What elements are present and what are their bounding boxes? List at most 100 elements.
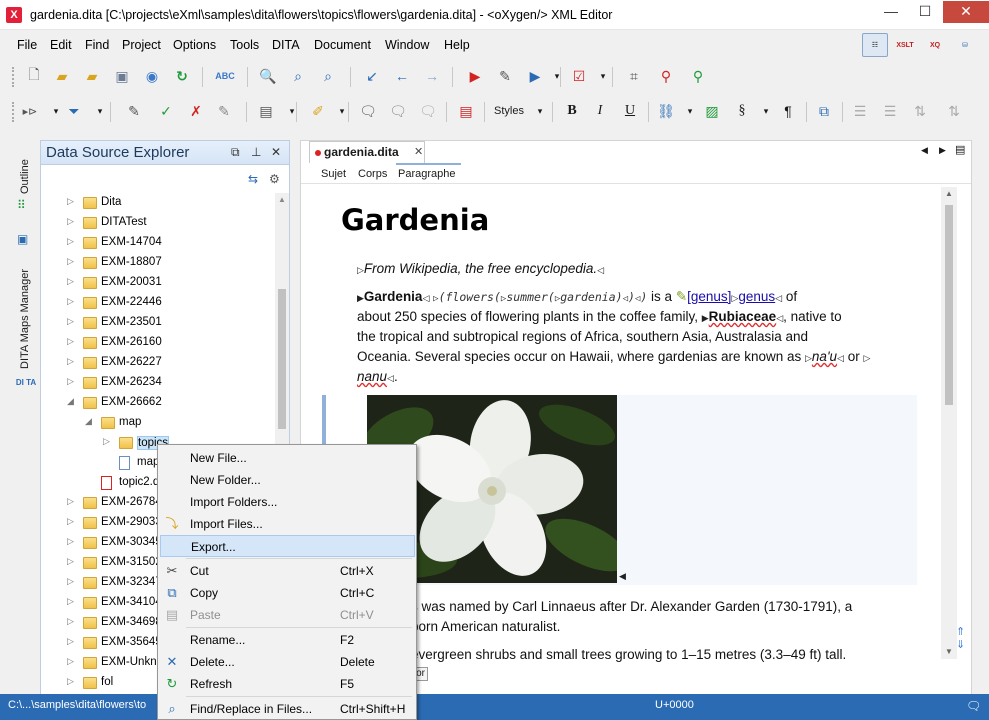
reload-icon[interactable]: ↻: [172, 66, 192, 86]
menu-item-new-file[interactable]: New File...: [160, 447, 415, 469]
outline-icon[interactable]: ⌗: [624, 66, 644, 86]
highlight-icon[interactable]: ✐: [308, 101, 328, 121]
menu-dita[interactable]: DITA: [272, 38, 300, 52]
collapse-arrow-icon[interactable]: ◢: [85, 416, 95, 427]
pin-panel-icon[interactable]: ⊥: [251, 145, 261, 159]
open-folder-icon[interactable]: ▰: [52, 66, 72, 86]
menu-options[interactable]: Options: [173, 38, 216, 52]
menu-item-rename[interactable]: Rename... F2: [160, 629, 415, 651]
tree-item[interactable]: ◢ EXM-26662: [41, 393, 275, 413]
menu-edit[interactable]: Edit: [50, 38, 72, 52]
track-changes-icon[interactable]: ✎: [124, 101, 144, 121]
open-url-icon[interactable]: ▰: [82, 66, 102, 86]
spell-check-icon[interactable]: ABC: [215, 66, 235, 86]
insert-image-icon[interactable]: ▨: [702, 101, 722, 121]
close-tab-icon[interactable]: ✕: [414, 145, 423, 158]
save-icon[interactable]: ▣: [112, 66, 132, 86]
menu-item-import-files[interactable]: ⤵ Import Files...: [160, 513, 415, 535]
menu-file[interactable]: File: [17, 38, 37, 52]
expand-arrow-icon[interactable]: ▷: [67, 296, 77, 307]
insert-list-icon[interactable]: ☰: [850, 101, 870, 121]
maximize-button[interactable]: ☐: [908, 1, 942, 23]
dita-maps-icon[interactable]: ▣: [17, 232, 28, 246]
link-dropdown-icon[interactable]: ▾: [680, 101, 700, 121]
expand-arrow-icon[interactable]: ▷: [67, 656, 77, 667]
edit-comment-icon[interactable]: 🗨: [388, 101, 408, 121]
breadcrumb-paragraphe[interactable]: Paragraphe: [398, 168, 456, 180]
tree-item[interactable]: ▷ EXM-18807: [41, 253, 275, 273]
styles-dropdown[interactable]: Styles: [494, 105, 524, 117]
sort-icon[interactable]: ⇅: [910, 101, 930, 121]
highlight-dropdown-icon[interactable]: ▾: [332, 101, 352, 121]
xquery-perspective-button[interactable]: XQ: [922, 33, 948, 57]
tree-item[interactable]: ▷ EXM-14704: [41, 233, 275, 253]
scroll-thumb[interactable]: [278, 289, 286, 429]
underline-icon[interactable]: U: [620, 101, 640, 121]
tree-item[interactable]: ▷ EXM-23501: [41, 313, 275, 333]
expand-arrow-icon[interactable]: ▷: [67, 316, 77, 327]
section-icon[interactable]: §: [732, 101, 752, 121]
add-comment-icon[interactable]: 🗨: [358, 101, 378, 121]
link-with-editor-icon[interactable]: ⇆: [248, 172, 258, 186]
bold-icon[interactable]: B: [562, 101, 582, 121]
section-dropdown-icon[interactable]: ▾: [756, 101, 776, 121]
breadcrumb-sujet[interactable]: Sujet: [321, 168, 346, 180]
close-panel-icon[interactable]: ✕: [271, 145, 281, 159]
outline-view-tab[interactable]: Outline: [12, 152, 38, 202]
expand-arrow-icon[interactable]: ▷: [67, 236, 77, 247]
editor-perspective-button[interactable]: ☷: [862, 33, 888, 57]
genus-link[interactable]: genus: [738, 289, 775, 304]
tree-item[interactable]: ◢ map: [41, 413, 275, 433]
review-dropdown-icon[interactable]: ▾: [282, 101, 302, 121]
tree-item[interactable]: ▷ EXM-26160: [41, 333, 275, 353]
menu-tools[interactable]: Tools: [230, 38, 259, 52]
menu-item-find-replace-in-files[interactable]: ⌕ Find/Replace in Files... Ctrl+Shift+H: [160, 698, 415, 720]
configure-icon[interactable]: ⚙: [269, 172, 280, 186]
tree-item[interactable]: ▷ DITATest: [41, 213, 275, 233]
editor-scroll-up-icon[interactable]: ▲: [945, 189, 953, 198]
tree-item[interactable]: ▷ EXM-20031: [41, 273, 275, 293]
remove-comment-icon[interactable]: 🗨: [418, 101, 438, 121]
expand-arrow-icon[interactable]: ▷: [67, 336, 77, 347]
find-document-icon[interactable]: ⌕: [318, 66, 338, 86]
minimize-button[interactable]: —: [874, 1, 908, 23]
dita-maps-manager-tab[interactable]: DITA Maps Manager: [12, 264, 38, 374]
apply-transformation-icon[interactable]: ▶: [465, 66, 485, 86]
expand-arrow-icon[interactable]: ▷: [67, 496, 77, 507]
menu-document[interactable]: Document: [314, 38, 371, 52]
pin-add-icon[interactable]: ⚲: [688, 66, 708, 86]
save-as-icon[interactable]: ◉: [142, 66, 162, 86]
expand-arrow-icon[interactable]: ▷: [67, 576, 77, 587]
styles-dropdown-arrow-icon[interactable]: ▾: [530, 101, 550, 121]
link-icon[interactable]: ⛓: [656, 101, 676, 121]
menu-window[interactable]: Window: [385, 38, 429, 52]
validate-icon[interactable]: ☑: [569, 66, 589, 86]
menu-item-import-folders[interactable]: Import Folders...: [160, 491, 415, 513]
expand-arrow-icon[interactable]: ▷: [67, 616, 77, 627]
filter-icon[interactable]: ⏷: [64, 101, 84, 121]
reject-change-icon[interactable]: ✗: [186, 101, 206, 121]
menu-item-cut[interactable]: ✂ Cut Ctrl+X: [160, 560, 415, 582]
tree-item[interactable]: ▷ EXM-22446: [41, 293, 275, 313]
expand-arrow-icon[interactable]: ▷: [67, 556, 77, 567]
validate-dropdown-icon[interactable]: ▾: [593, 66, 613, 86]
tree-item[interactable]: ▷ EXM-26234: [41, 373, 275, 393]
expand-arrow-icon[interactable]: ▷: [67, 256, 77, 267]
editor-scroll-thumb[interactable]: [945, 205, 953, 405]
pin-icon[interactable]: ⚲: [656, 66, 676, 86]
tree-item[interactable]: ▷ Dita: [41, 193, 275, 213]
debug-transformation-icon[interactable]: ▶: [525, 66, 545, 86]
messages-icon[interactable]: 🗨: [966, 699, 981, 713]
expand-arrow-icon[interactable]: ▷: [67, 596, 77, 607]
expand-arrow-icon[interactable]: ▷: [67, 356, 77, 367]
insert-table-icon[interactable]: ☰: [880, 101, 900, 121]
tab-next-icon[interactable]: ▶: [939, 145, 946, 156]
accept-change-icon[interactable]: ✓: [156, 101, 176, 121]
xslt-perspective-button[interactable]: XSLT: [892, 33, 918, 57]
forward-icon[interactable]: →: [422, 66, 442, 86]
paragraph-icon[interactable]: ¶: [778, 101, 798, 121]
menu-help[interactable]: Help: [444, 38, 470, 52]
breadcrumb-corps[interactable]: Corps: [358, 168, 387, 180]
expand-arrow-icon[interactable]: ▷: [67, 636, 77, 647]
expand-arrow-icon[interactable]: ▷: [67, 516, 77, 527]
